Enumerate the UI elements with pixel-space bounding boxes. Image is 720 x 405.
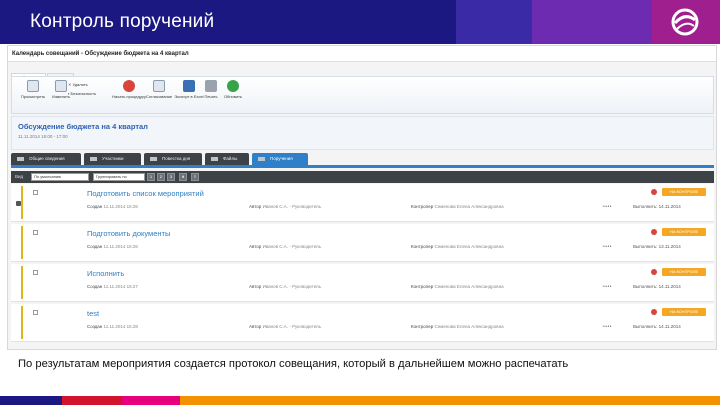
delete-button[interactable]: ✕ Удалить [68,82,88,87]
alert-icon [651,229,657,235]
slide-title: Контроль поручений [30,11,215,32]
page-3-button[interactable]: 3 [167,173,175,181]
start-icon [123,80,135,92]
group-select[interactable]: Группировать по [93,173,145,181]
more-icon[interactable]: •••• [603,204,612,210]
more-icon[interactable]: •••• [603,284,612,290]
status-badge: НА КОНТРОЛЕ [662,308,706,316]
tab-tasks[interactable]: Поручения [252,153,308,165]
priority-bar [21,186,23,219]
task-created: Создан 11.11.2014 15:28 [87,324,138,329]
task-controller: Контролер Семенова Елена Александровна [411,244,504,249]
approve-icon [153,80,165,92]
task-author: Автор Иванов С.А. - Руководитель [249,284,322,289]
refresh-icon [227,80,239,92]
document-header: Обсуждение бюджета на 4 квартал 11.11.20… [11,116,714,150]
list-icon [150,157,157,161]
status-badge: НА КОНТРОЛЕ [662,188,706,196]
tab-files[interactable]: Файлы [205,153,249,165]
table-row[interactable]: Исполнить Создан 11.11.2014 15:27 Автор … [11,264,714,302]
row-checkbox[interactable] [33,310,38,315]
view-label: Вид [15,174,24,179]
app-screenshot: Календарь совещаний - Обсуждение бюджета… [7,45,717,350]
row-checkbox[interactable] [33,230,38,235]
task-author: Автор Иванов С.А. - Руководитель [249,204,322,209]
alert-icon [651,269,657,275]
row-checkbox[interactable] [33,190,38,195]
settings-icon[interactable]: ≡ [191,173,199,181]
header-bar: Контроль поручений [0,0,720,44]
table-row[interactable]: test Создан 11.11.2014 15:28 Автор Ивано… [11,304,714,342]
task-due: Выполнить: 14.11.2014 [633,324,681,329]
alert-icon [651,189,657,195]
tab-general[interactable]: Общие сведения [11,153,81,165]
tasks-icon [258,157,265,161]
tree-view-icon[interactable]: ⋔ [179,173,187,181]
presentation-slide: Контроль поручений Календарь совещаний -… [0,0,720,405]
task-controller: Контролер Семенова Елена Александровна [411,284,504,289]
task-author: Автор Иванов С.А. - Руководитель [249,244,322,249]
task-author: Автор Иванов С.А. - Руководитель [249,324,322,329]
row-checkbox[interactable] [33,270,38,275]
more-icon[interactable]: •••• [603,324,612,330]
document-title: Обсуждение бюджета на 4 квартал [18,122,148,131]
info-icon [17,157,24,161]
company-logo-icon [671,8,699,36]
slide-caption: По результатам мероприятия создается про… [18,358,569,370]
status-badge: НА КОНТРОЛЕ [662,228,706,236]
priority-bar [21,226,23,259]
nav-tabs: Общие сведения Участники Повестка дня Фа… [11,153,714,168]
task-due: Выполнить: 14.11.2014 [633,204,681,209]
task-name-link[interactable]: test [87,309,99,318]
task-due: Выполнить: 13.11.2014 [633,244,681,249]
filter-bar: Вид По умолчанию Группировать по 1 2 3 ⋔… [11,171,714,183]
table-row[interactable]: Подготовить список мероприятий Создан 11… [11,184,714,222]
ribbon-tabs: ДЕЙСТВИЯЗАДАЧИ [11,67,75,83]
tab-agenda[interactable]: Повестка дня [144,153,202,165]
alert-icon [651,309,657,315]
task-name-link[interactable]: Исполнить [87,269,124,278]
page-1-button[interactable]: 1 [147,173,155,181]
more-icon[interactable]: •••• [603,244,612,250]
task-created: Создан 11.11.2014 15:26 [87,204,138,209]
status-badge: НА КОНТРОЛЕ [662,268,706,276]
tasks-list: Подготовить список мероприятий Создан 11… [11,184,714,349]
priority-bar [21,306,23,339]
file-icon [211,157,218,161]
footer-bar [0,396,720,405]
refresh-button[interactable]: Обновить [214,80,252,99]
task-due: Выполнить: 14.11.2014 [633,284,681,289]
edit-icon [55,80,67,92]
view-select[interactable]: По умолчанию [31,173,89,181]
document-date: 11.11.2014 15:00 - 17:00 [18,134,68,139]
ribbon-toolbar: Просмотреть Изменить ✕ Удалить ▪ Безопас… [11,76,714,114]
task-name-link[interactable]: Подготовить документы [87,229,170,238]
task-created: Создан 11.11.2014 15:27 [87,284,138,289]
table-row[interactable]: Подготовить документы Создан 11.11.2014 … [11,224,714,262]
users-icon [90,157,97,161]
page-2-button[interactable]: 2 [157,173,165,181]
task-created: Создан 11.11.2014 15:26 [87,244,138,249]
priority-bar [21,266,23,299]
tab-participants[interactable]: Участники [84,153,141,165]
task-name-link[interactable]: Подготовить список мероприятий [87,189,204,198]
document-icon [27,80,39,92]
task-controller: Контролер Семенова Елена Александровна [411,204,504,209]
window-title: Календарь совещаний - Обсуждение бюджета… [8,46,716,62]
task-controller: Контролер Семенова Елена Александровна [411,324,504,329]
security-button[interactable]: ▪ Безопасность [68,91,96,96]
